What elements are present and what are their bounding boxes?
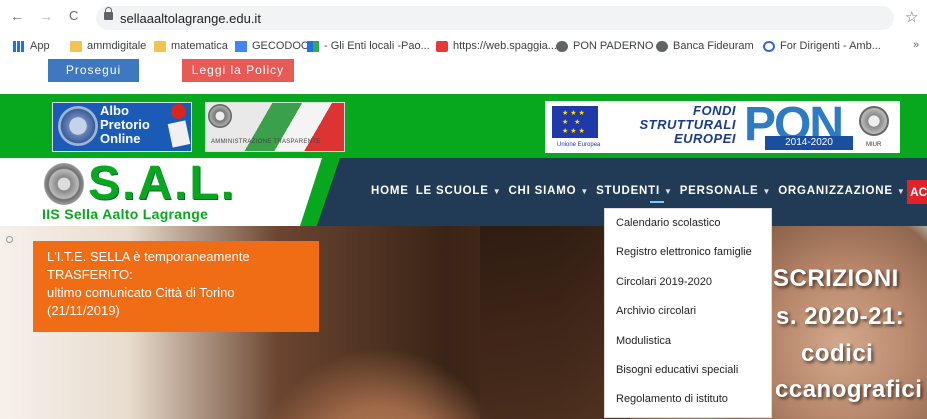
- menu-label: HOME: [371, 185, 409, 197]
- dropdown-item-regolamento[interactable]: Regolamento di istituto: [616, 393, 728, 405]
- folder-icon: [154, 40, 166, 52]
- slider-handle-icon[interactable]: [6, 236, 13, 243]
- notice-box[interactable]: L'I.T.E. SELLA è temporaneamente TRASFER…: [33, 241, 319, 332]
- notice-line: (21/11/2019): [47, 303, 120, 318]
- albo-label: Albo Pretorio Online: [100, 103, 150, 146]
- eu-flag-icon: [552, 106, 598, 138]
- bookmark-label: ammdigitale: [87, 40, 147, 52]
- hero-headline: SCRIZIONI: [773, 265, 899, 292]
- bookmark-apps[interactable]: App: [13, 39, 50, 53]
- republic-seal-icon: [44, 163, 84, 205]
- bookmark-label: https://web.spaggia...: [453, 40, 557, 52]
- hero-headline: codici: [801, 340, 874, 367]
- dirigenti-icon: [763, 40, 775, 52]
- bookmark-label: Banca Fideuram: [673, 40, 754, 52]
- url-text[interactable]: sellaaaltolagrange.edu.it: [120, 11, 261, 26]
- republic-seal-icon: [208, 104, 232, 128]
- amm-label: AMMINISTRAZIONE TRASPARENTE: [211, 139, 321, 145]
- notice-line: TRASFERITO:: [47, 267, 133, 282]
- bookmark-ammdigitale[interactable]: ammdigitale: [70, 39, 146, 53]
- bookmark-label: PON PADERNO: [573, 40, 654, 52]
- bookmark-star-icon[interactable]: ☆: [905, 8, 918, 26]
- hero-headline: s. 2020-21:: [776, 303, 905, 330]
- miur-label: MIUR: [866, 142, 882, 148]
- apps-icon: [13, 40, 25, 52]
- pushpin-icon: [171, 104, 186, 119]
- menu-studenti[interactable]: STUDENTI ▼: [596, 185, 673, 197]
- site-logo-subtitle: IIS Sella Aalto Lagrange: [42, 206, 209, 222]
- hero-headline: ccanografici: [775, 376, 923, 403]
- menu-label: ORGANIZZAZIONE: [778, 185, 893, 197]
- bookmark-for-dirigenti[interactable]: For Dirigenti - Amb...: [763, 39, 881, 53]
- bookmark-spaggiari[interactable]: https://web.spaggia...: [436, 39, 557, 53]
- globe-icon: [556, 40, 568, 52]
- bookmark-label: App: [30, 40, 50, 52]
- pon-years: 2014-2020: [765, 136, 853, 150]
- menu-personale[interactable]: PERSONALE ▼: [680, 185, 772, 197]
- chevron-down-icon: ▼: [896, 186, 906, 196]
- dropdown-item-circolari[interactable]: Circolari 2019-2020: [616, 276, 712, 288]
- bookmark-label: For Dirigenti - Amb...: [780, 40, 881, 52]
- bookmark-label: GECODOC: [252, 40, 309, 52]
- forward-icon[interactable]: →: [39, 9, 53, 23]
- bookmark-enti-locali[interactable]: - Gli Enti locali -Pao...: [307, 39, 430, 53]
- menu-organizzazione[interactable]: ORGANIZZAZIONE ▼: [778, 185, 905, 197]
- cookie-bar: [0, 56, 927, 94]
- bookmarks-overflow-icon[interactable]: »: [913, 39, 919, 51]
- site-icon: [235, 40, 247, 52]
- fondi-label: FONDI STRUTTURALI EUROPEI: [639, 103, 736, 146]
- dropdown-item-bes[interactable]: Bisogni educativi speciali: [616, 364, 738, 376]
- spaggiari-icon: [436, 40, 448, 52]
- dropdown-item-archivio[interactable]: Archivio circolari: [616, 305, 696, 317]
- lock-icon[interactable]: [104, 7, 113, 20]
- globe-icon: [656, 40, 668, 52]
- menu-label: CHI SIAMO: [508, 185, 577, 197]
- bookmark-gecodoc[interactable]: GECODOC: [235, 39, 309, 53]
- miur-seal-icon: [859, 106, 889, 136]
- menu-label: STUDENTI: [596, 185, 660, 197]
- notice-line: ultimo comunicato Città di Torino: [47, 285, 235, 300]
- bookmark-label: - Gli Enti locali -Pao...: [324, 40, 430, 52]
- menu-chi-siamo[interactable]: CHI SIAMO ▼: [508, 185, 589, 197]
- dropdown-item-modulistica[interactable]: Modulistica: [616, 335, 671, 347]
- bookmark-pon-paderno[interactable]: PON PADERNO: [556, 39, 653, 53]
- chevron-down-icon: ▼: [663, 186, 673, 196]
- policy-button[interactable]: Leggi la Policy: [182, 59, 294, 82]
- chevron-down-icon: ▼: [580, 186, 590, 196]
- site-icon: [307, 40, 319, 52]
- ue-label: Unione Europea: [557, 142, 601, 148]
- prosegui-button[interactable]: Prosegui: [48, 59, 139, 82]
- dropdown-item-calendario[interactable]: Calendario scolastico: [616, 217, 721, 229]
- dropdown-item-registro[interactable]: Registro elettronico famiglie: [616, 246, 752, 258]
- active-menu-indicator: [650, 201, 664, 203]
- menu-home[interactable]: HOME: [371, 185, 409, 197]
- bookmark-matematica[interactable]: matematica: [154, 39, 228, 53]
- menu-label: PERSONALE: [679, 185, 759, 197]
- chevron-down-icon: ▼: [492, 186, 502, 196]
- menu-le-scuole[interactable]: LE SCUOLE ▼: [416, 185, 502, 197]
- bookmark-label: matematica: [171, 40, 228, 52]
- notice-line: L'I.T.E. SELLA è temporaneamente: [47, 249, 250, 264]
- site-logo-title[interactable]: S.A.L.: [88, 159, 236, 209]
- menu-overflow-item[interactable]: AC: [907, 180, 927, 204]
- republic-seal-icon: [58, 106, 98, 146]
- menu-label: LE SCUOLE: [415, 185, 489, 197]
- back-icon[interactable]: ←: [10, 9, 24, 23]
- bookmark-banca-fideuram[interactable]: Banca Fideuram: [656, 39, 754, 53]
- reload-icon[interactable]: C: [69, 9, 78, 23]
- folder-icon: [70, 40, 82, 52]
- chevron-down-icon: ▼: [762, 186, 772, 196]
- main-menu: HOME LE SCUOLE ▼ CHI SIAMO ▼ STUDENTI ▼ PER…: [371, 185, 913, 197]
